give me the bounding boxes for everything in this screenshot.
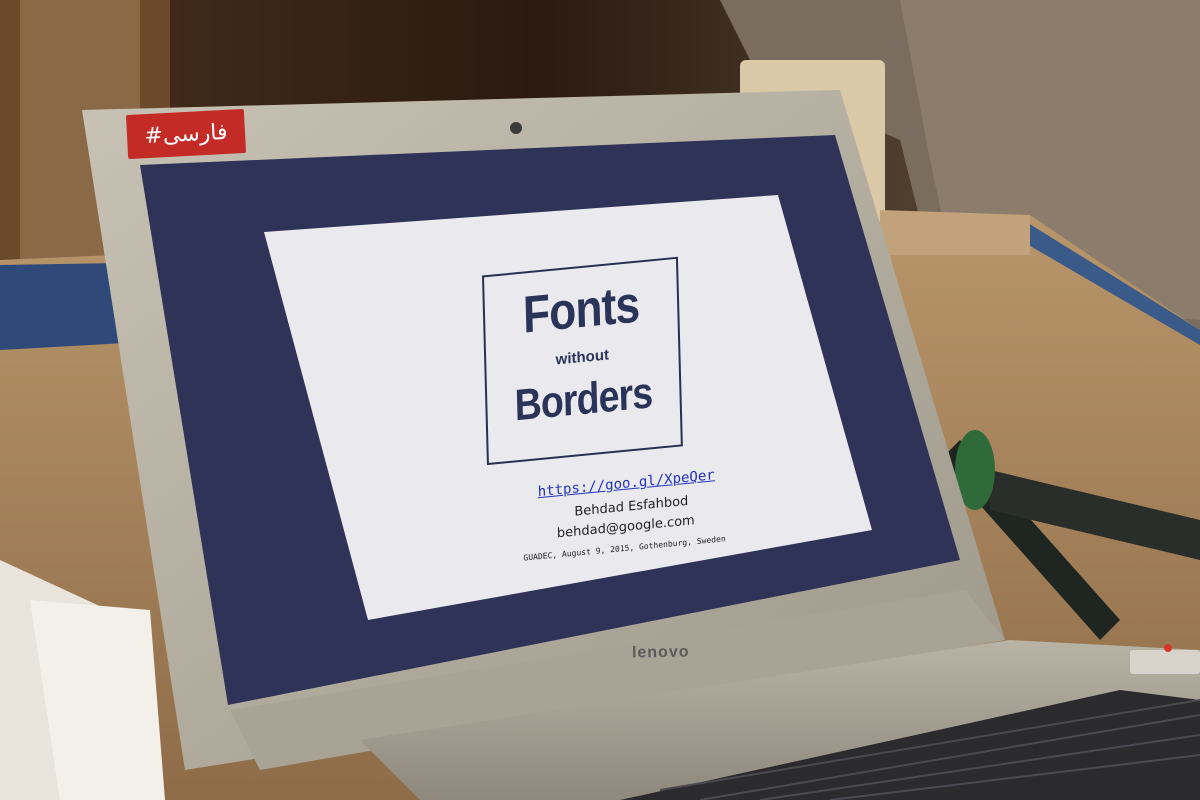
slide-title-line1: Fonts xyxy=(522,275,640,345)
slide-title-line3: Borders xyxy=(514,368,653,431)
farsi-sticker: #فارسی xyxy=(125,108,247,160)
laptop-brand-logo: lenovo xyxy=(631,643,690,662)
slide-link[interactable]: https://goo.gl/XpeQer xyxy=(538,467,715,500)
sticker-text: #فارسی xyxy=(143,119,229,149)
webcam-icon xyxy=(510,122,522,134)
slide-title-box: Fonts without Borders xyxy=(481,256,683,466)
photo-scene: #فارسی lenovo Fonts without Borders http… xyxy=(0,0,1200,800)
presentation-slide: Fonts without Borders https://goo.gl/Xpe… xyxy=(300,161,870,594)
